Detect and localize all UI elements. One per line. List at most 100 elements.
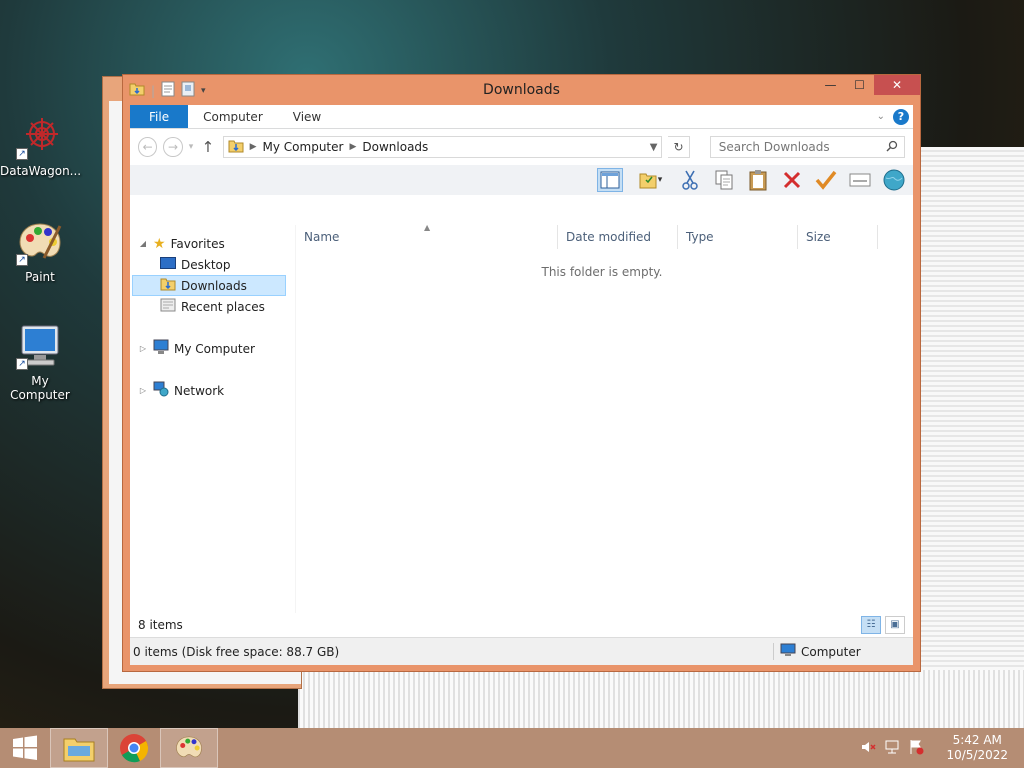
nav-label: Desktop	[181, 257, 231, 272]
window-properties-icon	[849, 173, 871, 187]
taskbar-paint[interactable]	[160, 728, 218, 768]
column-type[interactable]: Type	[678, 225, 798, 249]
taskbar-file-explorer[interactable]	[50, 728, 108, 768]
windows-logo-icon	[13, 735, 37, 760]
column-size[interactable]: Size	[798, 225, 878, 249]
breadcrumb-downloads[interactable]: Downloads	[362, 140, 428, 154]
clock-time: 5:42 AM	[952, 733, 1002, 747]
items-count: 8 items	[138, 618, 183, 632]
minimize-button[interactable]: —	[816, 75, 845, 95]
sort-ascending-icon: ▲	[424, 223, 431, 232]
preview-pane-button[interactable]	[597, 168, 623, 192]
computer-monitor-icon: ↗	[16, 322, 64, 370]
paste-button[interactable]	[745, 168, 771, 192]
details-view-icon: ☷	[866, 619, 876, 630]
checkmark-icon	[815, 170, 837, 190]
desktop-icon-my-computer[interactable]: ↗ My Computer	[0, 322, 80, 402]
network-icon	[153, 381, 169, 400]
column-label: Type	[686, 230, 714, 244]
network-status-icon[interactable]	[884, 739, 900, 758]
nav-item-desktop[interactable]: Desktop	[130, 254, 294, 275]
delete-button[interactable]	[779, 168, 805, 192]
nav-item-downloads[interactable]: Downloads	[132, 275, 286, 296]
clipboard-icon	[749, 170, 767, 191]
globe-icon	[883, 169, 905, 191]
column-label: Size	[806, 230, 831, 244]
layout-pane-icon	[600, 171, 620, 189]
desktop-icon-label: DataWagon...	[0, 164, 82, 178]
downloads-folder-icon	[160, 276, 176, 295]
nav-item-favorites[interactable]: ◢ ★ Favorites	[130, 233, 294, 254]
column-date-modified[interactable]: Date modified	[558, 225, 678, 249]
breadcrumb-my-computer[interactable]: My Computer	[263, 140, 344, 154]
breadcrumb-separator-icon: ▶	[349, 142, 357, 152]
forward-button[interactable]: →	[163, 137, 183, 157]
collapsed-arrow-icon[interactable]: ▷	[138, 386, 148, 395]
select-folder-button[interactable]: ▾	[631, 168, 669, 192]
column-name[interactable]: Name ▲	[296, 223, 558, 249]
nav-item-network[interactable]: ▷ Network	[130, 380, 294, 401]
desktop-icon-label: Paint	[25, 270, 55, 284]
copy-icon	[715, 170, 733, 190]
paint-palette-icon	[176, 736, 202, 758]
clock-date: 10/5/2022	[946, 748, 1008, 762]
tab-file[interactable]: File	[130, 105, 189, 128]
desktop-icon	[160, 257, 176, 272]
open-globe-button[interactable]	[881, 168, 907, 192]
window-client: File Computer View ⌄ ? ← → ▾ ↑ ▶ My Comp…	[130, 105, 913, 665]
desktop-icon-datawagon[interactable]: ↗ DataWagon...	[0, 112, 82, 178]
shortcut-arrow-icon: ↗	[16, 254, 28, 266]
empty-folder-message: This folder is empty.	[541, 265, 663, 279]
copy-button[interactable]	[711, 168, 737, 192]
file-list-pane[interactable]: Name ▲ Date modified Type Size This fold…	[295, 223, 913, 613]
search-input[interactable]: Search Downloads	[719, 140, 886, 154]
nav-label: Downloads	[181, 278, 247, 293]
address-bar[interactable]: ▶ My Computer ▶ Downloads ▼	[222, 136, 663, 158]
details-view-button[interactable]: ☷	[861, 616, 881, 634]
folder-download-icon	[228, 138, 244, 157]
back-button[interactable]: ←	[138, 137, 158, 157]
file-explorer-icon	[63, 738, 95, 762]
clock[interactable]: 5:42 AM 10/5/2022	[946, 733, 1008, 763]
action-center-flag-icon[interactable]	[908, 739, 924, 758]
nav-label: Network	[174, 383, 225, 398]
navigation-pane: ◢ ★ Favorites Desktop Downloads Recent p…	[130, 225, 295, 613]
folder-check-icon	[639, 173, 657, 189]
close-button[interactable]: ✕	[874, 75, 920, 95]
help-icon[interactable]: ?	[893, 108, 909, 125]
navigation-bar: ← → ▾ ↑ ▶ My Computer ▶ Downloads ▼ ↻ Se…	[130, 129, 913, 165]
delete-x-icon	[783, 171, 801, 189]
nav-item-my-computer[interactable]: ▷ My Computer	[130, 338, 294, 359]
desktop-icon-paint[interactable]: ↗ Paint	[0, 218, 80, 284]
up-button[interactable]: ↑	[199, 138, 216, 156]
title-bar[interactable]: | ▾ Downloads — ☐ ✕	[123, 75, 920, 105]
tab-view[interactable]: View	[278, 105, 336, 128]
recent-places-icon	[160, 297, 176, 316]
column-label: Date modified	[566, 230, 652, 244]
start-button[interactable]	[0, 728, 50, 768]
volume-muted-icon[interactable]	[860, 739, 876, 758]
cut-button[interactable]	[677, 168, 703, 192]
maximize-button[interactable]: ☐	[845, 75, 874, 95]
desktop-icon-label: My Computer	[10, 374, 70, 402]
expand-ribbon-icon[interactable]: ⌄	[877, 111, 885, 122]
nav-item-recent-places[interactable]: Recent places	[130, 296, 294, 317]
recent-locations-icon[interactable]: ▾	[189, 142, 194, 152]
rename-button[interactable]	[813, 168, 839, 192]
search-icon[interactable]	[886, 140, 898, 155]
system-tray: 5:42 AM 10/5/2022	[860, 733, 1024, 763]
column-headers: Name ▲ Date modified Type Size	[296, 223, 913, 249]
taskbar-chrome[interactable]	[111, 728, 157, 768]
status-bar: 0 items (Disk free space: 88.7 GB) Compu…	[130, 637, 913, 665]
properties-button[interactable]	[847, 168, 873, 192]
collapsed-arrow-icon[interactable]: ▷	[138, 344, 148, 353]
large-icons-view-button[interactable]: ▣	[885, 616, 905, 634]
command-toolbar: ▾	[130, 165, 913, 195]
address-dropdown-icon[interactable]: ▼	[650, 142, 662, 153]
tab-computer[interactable]: Computer	[188, 105, 278, 128]
explorer-window: | ▾ Downloads — ☐ ✕ File Computer View ⌄…	[122, 74, 921, 672]
expanded-arrow-icon[interactable]: ◢	[138, 239, 148, 248]
search-box[interactable]: Search Downloads	[709, 136, 906, 158]
refresh-button[interactable]: ↻	[668, 136, 690, 158]
computer-icon	[780, 643, 796, 660]
